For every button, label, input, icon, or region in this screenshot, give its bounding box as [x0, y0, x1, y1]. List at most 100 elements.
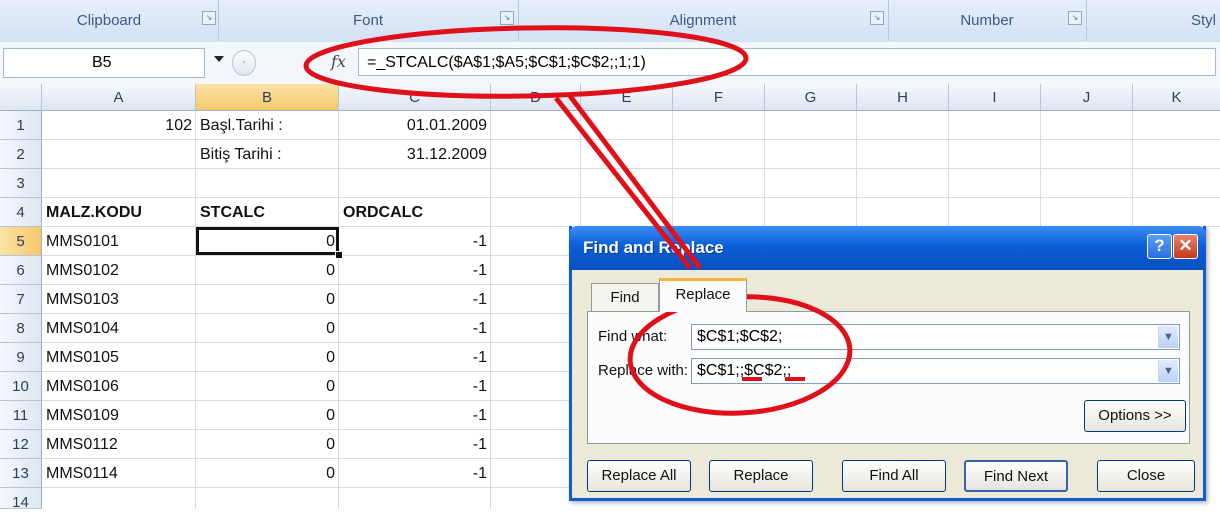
cell-b7[interactable]: 0 [196, 285, 339, 314]
select-all-corner[interactable] [0, 84, 42, 111]
column-header-g[interactable]: G [765, 84, 857, 111]
tab-replace[interactable]: Replace [659, 278, 747, 312]
cell-b8[interactable]: 0 [196, 314, 339, 343]
cell-a7[interactable]: MMS0103 [42, 285, 196, 314]
cell-c2[interactable]: 31.12.2009 [339, 140, 491, 169]
options-button[interactable]: Options >> [1084, 400, 1186, 432]
ribbon-group-label: Styl [1190, 12, 1216, 29]
ribbon-group-label: Clipboard [76, 12, 142, 29]
name-box[interactable]: B5 [3, 48, 205, 78]
dialog-title: Find and Replace [583, 238, 724, 257]
cell-a6[interactable]: MMS0102 [42, 256, 196, 285]
cell-c5[interactable]: -1 [339, 227, 491, 256]
cell-a8[interactable]: MMS0104 [42, 314, 196, 343]
row-header[interactable]: 14 [0, 488, 42, 511]
help-icon[interactable]: ? [1147, 234, 1172, 259]
insert-function-icon[interactable]: fx [331, 52, 346, 71]
cell-b12[interactable]: 0 [196, 430, 339, 459]
cell-a9[interactable]: MMS0105 [42, 343, 196, 372]
cell-a11[interactable]: MMS0109 [42, 401, 196, 430]
find-what-label: Find what: [598, 328, 668, 345]
row-header[interactable]: 8 [0, 314, 42, 343]
cell-a13[interactable]: MMS0114 [42, 459, 196, 488]
find-next-button[interactable]: Find Next [964, 460, 1068, 492]
dialog-title-bar[interactable]: Find and Replace ? ✕ [569, 226, 1206, 270]
dialog-launcher-icon[interactable]: ↘ [870, 11, 884, 25]
find-what-value: $C$1;$C$2; [697, 328, 783, 345]
close-icon[interactable]: ✕ [1173, 234, 1198, 259]
fill-handle[interactable] [335, 251, 343, 259]
column-header-f[interactable]: F [673, 84, 765, 111]
column-header-a[interactable]: A [42, 84, 196, 111]
formula-bar: B5 ◦ fx =_STCALC($A$1;$A5;$C$1;$C$2;;1;1… [0, 42, 1220, 85]
active-cell-border [196, 227, 339, 255]
column-header-b[interactable]: B [196, 84, 339, 111]
tab-find[interactable]: Find [591, 283, 659, 311]
name-box-value: B5 [92, 54, 112, 71]
cell-b9[interactable]: 0 [196, 343, 339, 372]
cell-c4[interactable]: ORDCALC [339, 198, 491, 227]
replace-with-input[interactable]: $C$1;;$C$2;; ▼ [691, 358, 1180, 384]
row-header[interactable]: 7 [0, 285, 42, 314]
dialog-launcher-icon[interactable]: ↘ [202, 11, 216, 25]
row-header[interactable]: 12 [0, 430, 42, 459]
cell-a1[interactable]: 102 [42, 111, 196, 140]
cell-a4[interactable]: MALZ.KODU [42, 198, 196, 227]
cell-c1[interactable]: 01.01.2009 [339, 111, 491, 140]
cell-b6[interactable]: 0 [196, 256, 339, 285]
cell-a12[interactable]: MMS0112 [42, 430, 196, 459]
cell-c7[interactable]: -1 [339, 285, 491, 314]
cell-c13[interactable]: -1 [339, 459, 491, 488]
ribbon-group-label: Alignment [669, 12, 737, 29]
ribbon-group-styles: Styl [1086, 0, 1220, 41]
dialog-launcher-icon[interactable]: ↘ [1068, 11, 1082, 25]
row-header[interactable]: 11 [0, 401, 42, 430]
cell-a10[interactable]: MMS0106 [42, 372, 196, 401]
ribbon-group-number: Number ↘ [888, 0, 1087, 41]
replace-button[interactable]: Replace [709, 460, 813, 492]
row-header[interactable]: 6 [0, 256, 42, 285]
find-what-input[interactable]: $C$1;$C$2; ▼ [691, 324, 1180, 350]
dialog-launcher-icon[interactable]: ↘ [500, 11, 514, 25]
column-header-h[interactable]: H [857, 84, 949, 111]
column-header-d[interactable]: D [491, 84, 581, 111]
tab-find-label: Find [610, 289, 640, 306]
column-header-k[interactable]: K [1133, 84, 1220, 111]
cell-b10[interactable]: 0 [196, 372, 339, 401]
close-button[interactable]: Close [1097, 460, 1195, 492]
row-header[interactable]: 9 [0, 343, 42, 372]
column-header-i[interactable]: I [949, 84, 1041, 111]
cell-c9[interactable]: -1 [339, 343, 491, 372]
formula-bar-circle-button[interactable]: ◦ [232, 50, 256, 76]
row-header[interactable]: 4 [0, 198, 42, 227]
row-header[interactable]: 10 [0, 372, 42, 401]
formula-input[interactable]: =_STCALC($A$1;$A5;$C$1;$C$2;;1;1) [358, 48, 1216, 76]
ribbon: Clipboard ↘ Font ↘ Alignment ↘ Number ↘ … [0, 0, 1220, 43]
find-all-button[interactable]: Find All [842, 460, 946, 492]
row-header[interactable]: 2 [0, 140, 42, 169]
chevron-down-icon[interactable]: ▼ [1158, 360, 1178, 382]
cell-b13[interactable]: 0 [196, 459, 339, 488]
row-header[interactable]: 1 [0, 111, 42, 140]
chevron-down-icon[interactable]: ▼ [1158, 326, 1178, 348]
column-header-c[interactable]: C [339, 84, 491, 111]
cell-c10[interactable]: -1 [339, 372, 491, 401]
name-box-dropdown-icon[interactable] [214, 56, 224, 62]
cell-c12[interactable]: -1 [339, 430, 491, 459]
cell-b2[interactable]: Bitiş Tarihi : [196, 140, 339, 169]
cell-b4[interactable]: STCALC [196, 198, 339, 227]
replace-all-button[interactable]: Replace All [587, 460, 691, 492]
cell-c6[interactable]: -1 [339, 256, 491, 285]
column-header-e[interactable]: E [581, 84, 673, 111]
row-header[interactable]: 13 [0, 459, 42, 488]
cell-c8[interactable]: -1 [339, 314, 491, 343]
cell-b11[interactable]: 0 [196, 401, 339, 430]
cell-c11[interactable]: -1 [339, 401, 491, 430]
replace-tab-panel: Find what: $C$1;$C$2; ▼ Replace with: $C… [587, 311, 1190, 444]
row-header[interactable]: 3 [0, 169, 42, 198]
cell-b1[interactable]: Başl.Tarihi : [196, 111, 339, 140]
ribbon-group-font: Font ↘ [218, 0, 519, 41]
column-header-j[interactable]: J [1041, 84, 1133, 111]
cell-a5[interactable]: MMS0101 [42, 227, 196, 256]
row-header[interactable]: 5 [0, 227, 42, 256]
